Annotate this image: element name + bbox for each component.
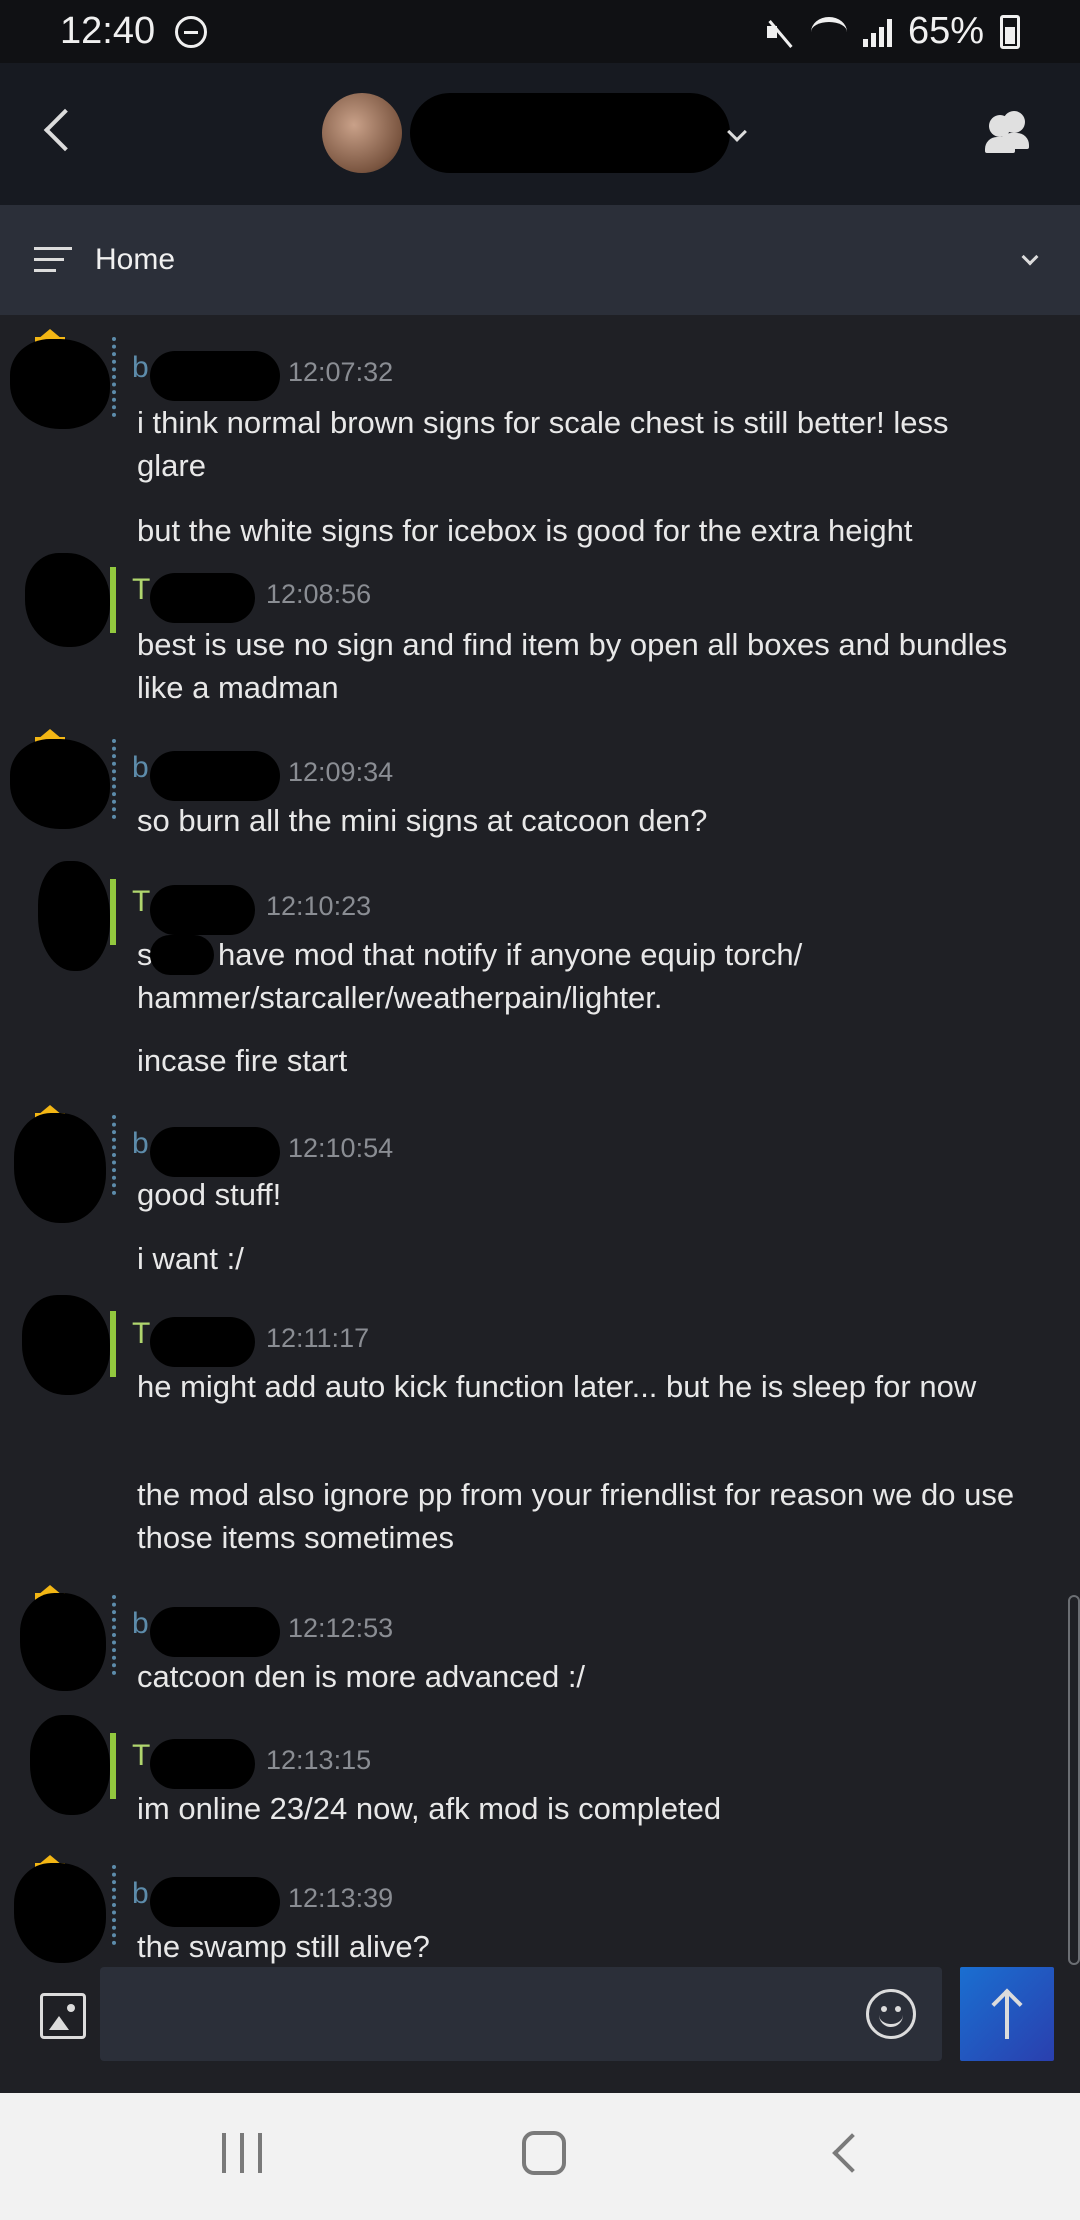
status-indicator: [112, 337, 116, 417]
sender-initial[interactable]: T: [132, 573, 150, 607]
back-button[interactable]: [38, 105, 78, 161]
status-indicator: [110, 879, 116, 945]
message-text: good stuff!: [137, 1177, 282, 1212]
sender-name-redacted[interactable]: [150, 1127, 280, 1177]
message-text: incase fire start: [137, 1043, 348, 1078]
sender-name-redacted[interactable]: [150, 1877, 280, 1927]
signal-icon: [862, 17, 892, 47]
message-text: i think normal brown signs for scale che…: [137, 405, 949, 483]
status-time: 12:40: [60, 10, 156, 52]
sender-name-redacted[interactable]: [150, 1739, 255, 1789]
status-indicator: [112, 739, 116, 819]
avatar[interactable]: [10, 339, 110, 429]
sender-name-redacted[interactable]: [150, 1317, 255, 1367]
message-text: hammer/starcaller/weatherpain/lighter.: [137, 980, 663, 1015]
avatar[interactable]: [22, 1295, 110, 1395]
message-time: 12:09:34: [288, 757, 394, 787]
friends-icon-head-2: [989, 115, 1011, 137]
avatar[interactable]: [14, 1113, 106, 1223]
image-icon[interactable]: [40, 1993, 86, 2039]
menu-icon[interactable]: [34, 247, 72, 273]
avatar[interactable]: [14, 1863, 106, 1963]
chat-header: [0, 63, 1080, 205]
sender-initial[interactable]: b: [132, 751, 149, 785]
sender-initial[interactable]: b: [132, 351, 149, 385]
message-time: 12:13:15: [266, 1745, 372, 1775]
message-text: so burn all the mini signs at catcoon de…: [137, 803, 708, 838]
scrollbar[interactable]: [1068, 1595, 1080, 1965]
group-name-redacted[interactable]: [410, 93, 730, 173]
redacted-word: [150, 935, 214, 975]
sender-name-redacted[interactable]: [150, 573, 255, 623]
sender-initial[interactable]: b: [132, 1127, 149, 1161]
status-indicator: [110, 567, 116, 633]
recents-icon[interactable]: [222, 2133, 262, 2173]
status-bar: 12:40 65%: [0, 0, 1080, 63]
avatar[interactable]: [38, 861, 110, 971]
status-indicator: [112, 1115, 116, 1195]
status-indicator: [110, 1733, 116, 1799]
mute-icon: [765, 17, 795, 47]
channel-bar[interactable]: Home: [0, 205, 1080, 315]
system-nav-bar: [0, 2093, 1080, 2220]
sender-initial[interactable]: T: [132, 1739, 150, 1773]
message-time: 12:11:17: [266, 1323, 370, 1353]
message-time: 12:10:23: [266, 891, 372, 921]
battery-icon: [1000, 14, 1020, 49]
message-input-bar: [0, 1967, 1080, 2093]
message-text: best is use no sign and find item by ope…: [137, 627, 1008, 705]
message-time: 12:07:32: [288, 357, 394, 387]
arrow-up-icon-head: [991, 1988, 1023, 2020]
message-text: he might add auto kick function later...…: [137, 1369, 977, 1404]
chevron-down-icon[interactable]: [727, 122, 747, 142]
message-time: 12:13:39: [288, 1883, 394, 1913]
avatar[interactable]: [10, 739, 110, 829]
status-indicator: [110, 1311, 116, 1377]
status-indicator: [112, 1865, 116, 1945]
send-button[interactable]: [960, 1967, 1054, 2061]
back-icon[interactable]: [832, 2133, 872, 2173]
message-input[interactable]: [100, 1967, 942, 2061]
sender-name-redacted[interactable]: [150, 351, 280, 401]
group-avatar[interactable]: [322, 93, 402, 173]
message-text: the swamp still alive?: [137, 1929, 430, 1964]
message-list[interactable]: b 12:07:32 i think normal brown signs fo…: [0, 315, 1080, 1967]
sender-initial[interactable]: b: [132, 1877, 149, 1911]
message-text: catcoon den is more advanced :/: [137, 1659, 586, 1694]
avatar[interactable]: [20, 1593, 106, 1691]
avatar[interactable]: [30, 1715, 110, 1815]
friends-icon-body-2: [985, 137, 1015, 153]
sender-initial[interactable]: T: [132, 885, 150, 919]
message-text: the mod also ignore pp from your friendl…: [137, 1477, 1015, 1555]
sender-initial[interactable]: b: [132, 1607, 149, 1641]
friends-button[interactable]: [985, 111, 1035, 155]
message-text: im online 23/24 now, afk mod is complete…: [137, 1791, 722, 1826]
battery-percent: 65%: [907, 10, 984, 52]
message-text: i want :/: [137, 1241, 244, 1276]
status-indicator: [112, 1595, 116, 1675]
message-time: 12:12:53: [288, 1613, 394, 1643]
home-icon[interactable]: [522, 2131, 566, 2175]
sender-name-redacted[interactable]: [150, 1607, 280, 1657]
message-text: but the white signs for icebox is good f…: [137, 513, 913, 548]
message-time: 12:10:54: [288, 1133, 394, 1163]
emoji-icon[interactable]: [866, 1989, 916, 2039]
message-time: 12:08:56: [266, 579, 372, 609]
avatar[interactable]: [25, 553, 110, 647]
do-not-disturb-icon: [175, 15, 208, 48]
sender-initial[interactable]: T: [132, 1317, 150, 1351]
message-text: have mod that notify if anyone equip tor…: [218, 937, 803, 972]
chevron-down-icon[interactable]: [1021, 248, 1039, 266]
channel-name: Home: [95, 243, 176, 276]
sender-name-redacted[interactable]: [150, 751, 280, 801]
sender-name-redacted[interactable]: [150, 885, 255, 935]
wifi-icon: [810, 16, 847, 47]
